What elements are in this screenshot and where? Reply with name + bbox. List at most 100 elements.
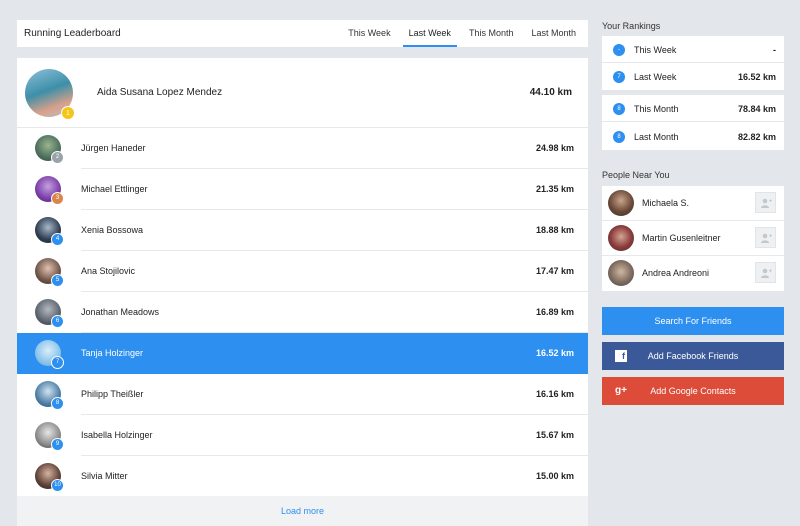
page-title: Running Leaderboard <box>24 28 121 39</box>
ranking-row: - This Week - <box>602 36 784 63</box>
rank-badge: 7 <box>613 71 625 83</box>
ranking-row: 8 This Month 78.84 km <box>602 95 784 122</box>
table-row[interactable]: 5 Ana Stojilovic 17.47 km <box>17 251 588 292</box>
facebook-label: Add Facebook Friends <box>647 351 739 361</box>
table-row[interactable]: 2 Jürgen Haneder 24.98 km <box>17 128 588 169</box>
runner-distance: 16.89 km <box>535 307 574 317</box>
avatar-wrap: 10 <box>35 463 64 492</box>
add-google-contacts-button[interactable]: g+ Add Google Contacts <box>602 377 784 405</box>
rank-badge: 8 <box>613 131 625 143</box>
ranking-row: 8 Last Month 82.82 km <box>602 123 784 150</box>
table-row[interactable]: 7 Tanja Holzinger 16.52 km <box>17 333 588 374</box>
divider <box>602 121 784 122</box>
person-row: Andrea Andreoni <box>602 256 784 291</box>
tab-this-week[interactable]: This Week <box>342 20 396 47</box>
table-row[interactable]: 4 Xenia Bossowa 18.88 km <box>17 210 588 251</box>
rankings-month-box: 8 This Month 78.84 km 8 Last Month 82.82… <box>602 95 784 150</box>
add-friend-button[interactable] <box>755 227 776 248</box>
rankings-title: Your Rankings <box>602 21 661 31</box>
rank-badge: 6 <box>51 315 64 328</box>
ranking-label: This Month <box>634 104 679 114</box>
runner-name: Jürgen Haneder <box>81 143 146 153</box>
rank-badge: 8 <box>613 103 625 115</box>
search-friends-label: Search For Friends <box>654 316 732 326</box>
facebook-icon: f <box>615 350 627 362</box>
rank-badge: - <box>613 44 625 56</box>
avatar-wrap: 8 <box>35 381 64 410</box>
google-plus-icon: g+ <box>615 385 627 396</box>
load-more-button[interactable]: Load more <box>17 496 588 526</box>
table-row[interactable]: 9 Isabella Holzinger 15.67 km <box>17 415 588 456</box>
runner-distance: 21.35 km <box>535 184 574 194</box>
ranking-row: 7 Last Week 16.52 km <box>602 63 784 90</box>
runner-distance: 15.67 km <box>535 430 574 440</box>
ranking-value: 78.84 km <box>737 104 776 114</box>
add-user-icon <box>761 233 772 243</box>
rank-badge: 4 <box>51 233 64 246</box>
rank-badge: 3 <box>51 192 64 205</box>
leaderboard-leader-row[interactable]: 1 Aida Susana Lopez Mendez 44.10 km <box>17 58 588 128</box>
table-row[interactable]: 3 Michael Ettlinger 21.35 km <box>17 169 588 210</box>
runner-distance: 16.16 km <box>535 389 574 399</box>
ranking-value: 16.52 km <box>737 72 776 82</box>
ranking-value: - <box>773 45 776 55</box>
avatar-wrap: 5 <box>35 258 64 287</box>
runner-name: Silvia Mitter <box>81 471 128 481</box>
ranking-label: This Week <box>634 45 677 55</box>
tab-last-week[interactable]: Last Week <box>402 20 458 47</box>
rankings-week-box: - This Week - 7 Last Week 16.52 km <box>602 36 784 90</box>
avatar-wrap: 6 <box>35 299 64 328</box>
rank-badge: 1 <box>61 106 75 120</box>
runner-distance: 18.88 km <box>535 225 574 235</box>
table-row[interactable]: 6 Jonathan Meadows 16.89 km <box>17 292 588 333</box>
rank-badge: 5 <box>51 274 64 287</box>
period-tabs: This Week Last Week This Month Last Mont… <box>342 20 588 47</box>
person-name: Michaela S. <box>642 198 690 208</box>
tab-last-month[interactable]: Last Month <box>525 20 582 47</box>
rank-badge: 9 <box>51 438 64 451</box>
ranking-label: Last Week <box>634 72 677 82</box>
person-row: Michaela S. <box>602 186 784 221</box>
avatar-wrap: 9 <box>35 422 64 451</box>
table-row[interactable]: 8 Philipp Theißler 16.16 km <box>17 374 588 415</box>
leader-avatar-wrap: 1 <box>25 69 75 120</box>
avatar-wrap: 4 <box>35 217 64 246</box>
leaderboard-header: Running Leaderboard This Week Last Week … <box>17 20 588 47</box>
tab-this-month[interactable]: This Month <box>463 20 520 47</box>
add-friend-button[interactable] <box>755 262 776 283</box>
avatar-wrap: 2 <box>35 135 64 164</box>
avatar-wrap: 3 <box>35 176 64 205</box>
ranking-value: 82.82 km <box>737 132 776 142</box>
add-user-icon <box>761 198 772 208</box>
runner-name: Ana Stojilovic <box>81 266 136 276</box>
add-facebook-friends-button[interactable]: f Add Facebook Friends <box>602 342 784 370</box>
runner-name: Philipp Theißler <box>81 389 144 399</box>
google-label: Add Google Contacts <box>650 386 736 396</box>
people-near-you-list: Michaela S. Martin Gusenleitner Andrea A… <box>602 186 784 291</box>
runner-name: Jonathan Meadows <box>81 307 160 317</box>
person-name: Martin Gusenleitner <box>642 233 721 243</box>
add-user-icon <box>761 268 772 278</box>
people-title: People Near You <box>602 170 670 180</box>
person-row: Martin Gusenleitner <box>602 221 784 256</box>
rank-badge: 8 <box>51 397 64 410</box>
runner-name: Xenia Bossowa <box>81 225 144 235</box>
runner-name: Tanja Holzinger <box>81 348 144 358</box>
rank-badge: 7 <box>51 356 64 369</box>
runner-distance: 16.52 km <box>535 348 574 358</box>
avatar <box>608 190 634 216</box>
runner-distance: 24.98 km <box>535 143 574 153</box>
ranking-label: Last Month <box>634 132 679 142</box>
avatar <box>608 225 634 251</box>
runner-name: Aida Susana Lopez Mendez <box>97 87 223 98</box>
add-friend-button[interactable] <box>755 192 776 213</box>
avatar <box>608 260 634 286</box>
rank-badge: 2 <box>51 151 64 164</box>
runner-distance: 17.47 km <box>535 266 574 276</box>
runner-distance: 15.00 km <box>535 471 574 481</box>
rank-badge: 10 <box>51 479 64 492</box>
table-row[interactable]: 10 Silvia Mitter 15.00 km <box>17 456 588 497</box>
runner-name: Isabella Holzinger <box>81 430 153 440</box>
search-friends-button[interactable]: Search For Friends <box>602 307 784 335</box>
leaderboard-list: 1 Aida Susana Lopez Mendez 44.10 km 2 Jür… <box>17 58 588 526</box>
